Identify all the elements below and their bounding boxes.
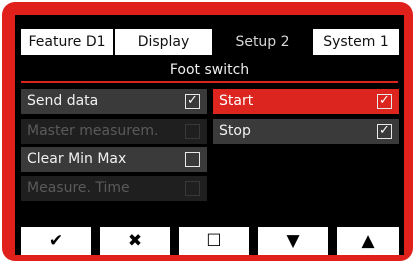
checkbox[interactable]: ✓ [185, 94, 200, 109]
checkbox[interactable]: ✓ [377, 124, 392, 139]
confirm-button[interactable]: ✔ [21, 227, 91, 255]
option-label: Measure. Time [27, 180, 130, 196]
tab-display[interactable]: Display [115, 29, 212, 55]
cancel-button[interactable]: ✖ [100, 227, 170, 255]
tab-system-1[interactable]: System 1 [313, 29, 399, 55]
display-screen: Feature D1 Display Setup 2 System 1 Foot… [15, 15, 404, 255]
option-label: Start [219, 93, 254, 109]
tab-feature-d1[interactable]: Feature D1 [21, 29, 113, 55]
checkbox[interactable]: ✓ [377, 94, 392, 109]
title-divider [21, 81, 398, 83]
option-label: Stop [219, 123, 251, 139]
option-measure-time: Measure. Time [21, 176, 207, 201]
checkbox[interactable] [185, 152, 200, 167]
device-frame: Feature D1 Display Setup 2 System 1 Foot… [2, 2, 413, 261]
checkbox [185, 124, 200, 139]
option-label: Clear Min Max [27, 151, 127, 167]
up-button[interactable]: ▲ [337, 227, 399, 255]
tab-setup-2[interactable]: Setup 2 [214, 29, 311, 55]
option-clear-min-max[interactable]: Clear Min Max [21, 147, 207, 172]
option-send-data[interactable]: Send data ✓ [21, 89, 207, 114]
option-master-measurem: Master measurem. [21, 119, 207, 144]
option-start[interactable]: Start ✓ [213, 89, 399, 114]
softkey-bar: ✔ ✖ ☐ ▼ ▲ [15, 227, 404, 255]
tab-bar: Feature D1 Display Setup 2 System 1 [15, 29, 404, 55]
option-stop[interactable]: Stop ✓ [213, 119, 399, 144]
option-label: Send data [27, 93, 99, 109]
page-title: Foot switch [169, 62, 250, 78]
down-button[interactable]: ▼ [258, 227, 328, 255]
toggle-button[interactable]: ☐ [179, 227, 249, 255]
checkbox [185, 181, 200, 196]
option-label: Master measurem. [27, 123, 159, 139]
